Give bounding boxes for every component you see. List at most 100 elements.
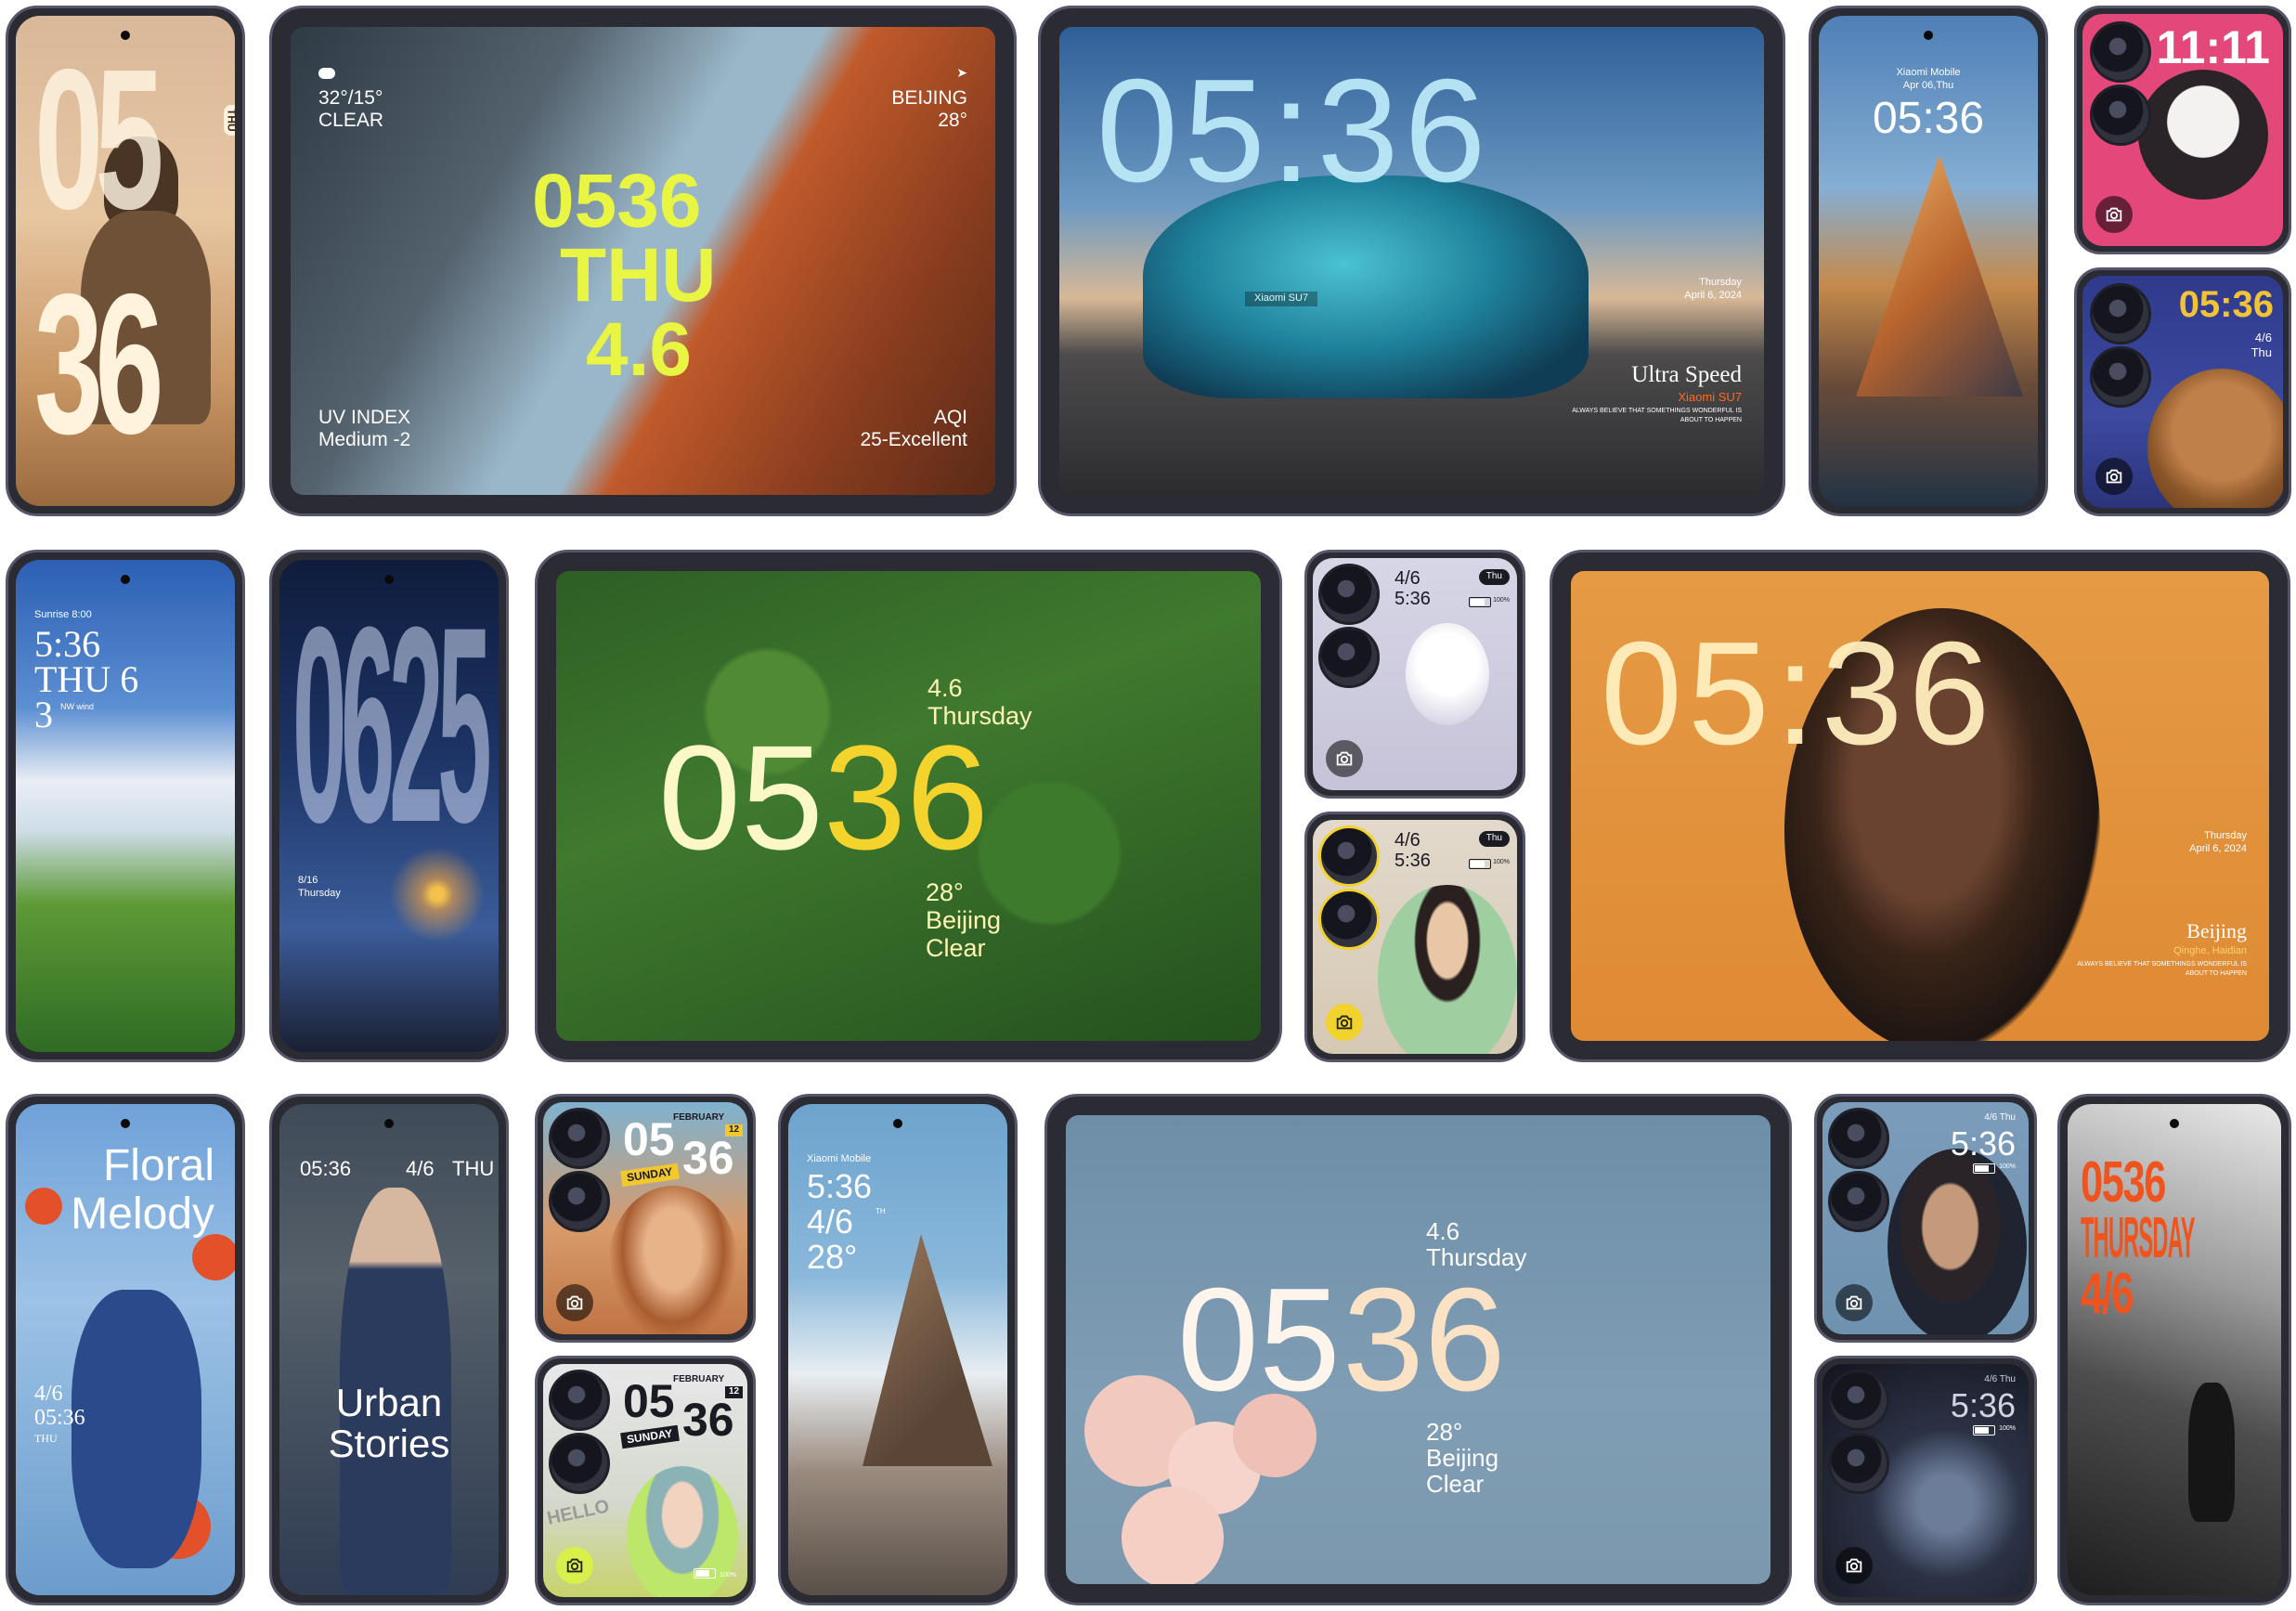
month-label: FEBRUARY (673, 1374, 725, 1384)
weather-icon (318, 68, 335, 79)
title-line-2: Stories (328, 1422, 450, 1465)
wind-direction: NW wind (60, 702, 95, 711)
date: 8/16 (298, 875, 318, 886)
phone-lockscreen-rocky-peak: Xiaomi Mobile 5:36 4/6 TH 28° (778, 1094, 1018, 1605)
wallpaper-urban-portrait: 05:36 4/6 THU Urban Stories (279, 1104, 499, 1595)
clock-minutes: 36 (34, 252, 164, 475)
clock-hours: 05 (1177, 1258, 1341, 1422)
temperature-range: 32°/15° (318, 87, 383, 109)
camera-shutter-button[interactable] (2095, 458, 2133, 495)
rear-camera-lens-icon (1828, 1108, 1889, 1169)
phone-lockscreen-floral: Floral Melody 4/6 05:36 THU (6, 1094, 245, 1605)
wallpaper-golden-field: 05 36 THU (16, 16, 235, 506)
clock-time: 5:36 (1394, 851, 1431, 871)
camera-shutter-button[interactable] (1326, 1004, 1363, 1041)
date: 4.6 (1426, 1217, 1460, 1245)
clock-time: 05:36 (300, 1157, 352, 1180)
phone-lockscreen-green-hills: Sunrise 8:00 5:36 THU 6 3 NW wind (6, 550, 245, 1062)
caption-subtitle: Xiaomi SU7 (1678, 390, 1742, 404)
wallpaper-poppies: Floral Melody 4/6 05:36 THU (16, 1104, 235, 1595)
brand-label: Xiaomi Mobile (1896, 67, 1961, 78)
district: Qinghe, Haidian (2173, 945, 2247, 956)
front-camera-icon (121, 31, 130, 40)
uv-index-label: UV INDEX (318, 407, 411, 428)
date: April 6, 2024 (2189, 843, 2247, 854)
clock-time: 05:36 (1096, 49, 1492, 213)
weekday-badge: Thu (1478, 569, 1510, 585)
title-line-1: Floral (102, 1141, 214, 1190)
clock-hours: 05 (34, 27, 164, 251)
clock-time: 05:36 (1601, 612, 1996, 775)
rear-camera-lens-icon (549, 1370, 610, 1431)
clock-time: 0625 (292, 568, 492, 880)
battery-level: 100% (1999, 1425, 2016, 1432)
wallpaper-xiaomi-su7: 05:36 Xiaomi SU7 Thursday April 6, 2024 … (1059, 27, 1764, 495)
date: 4/6 (1394, 568, 1420, 589)
front-camera-icon (1924, 31, 1933, 40)
rear-camera-lens-icon (2090, 346, 2151, 408)
clock-minutes: 36 (682, 1394, 734, 1446)
wallpaper-rocky-peak: Xiaomi Mobile 5:36 4/6 TH 28° (788, 1104, 1007, 1595)
location-arrow-icon: ➤ (956, 65, 967, 80)
date: 4/6 (1394, 830, 1420, 851)
date: 4/6 (34, 1382, 63, 1406)
clock-weekday: THU (560, 233, 717, 318)
battery-level: 100% (720, 1571, 736, 1579)
weekday-sticker: SUNDAY (620, 1163, 680, 1187)
weekday: Thursday (1699, 277, 1742, 288)
clock-time: 05:36 (34, 1406, 85, 1430)
clock-hours: 05 (623, 1375, 675, 1427)
camera-shutter-button[interactable] (556, 1284, 593, 1321)
temperature: 28° (1426, 1418, 1463, 1446)
wallpaper-buildings: 32°/15° CLEAR ➤ BEIJING 28° 0536 THU 4.6… (291, 27, 995, 495)
camera-shutter-button[interactable] (556, 1547, 593, 1584)
battery-icon (1469, 859, 1491, 869)
flip-phone-cover-abstract: 4/6 Thu 5:36 100% (1814, 1356, 2037, 1605)
rear-camera-lens-icon (2090, 283, 2151, 344)
battery-level: 100% (1493, 597, 1510, 604)
wallpaper-mountain: Xiaomi Mobile Apr 06,Thu 05:36 (1819, 16, 2038, 506)
camera-shutter-button[interactable] (1326, 740, 1363, 777)
battery-level: 100% (1493, 859, 1510, 865)
caption-title: Ultra Speed (1631, 362, 1742, 387)
clock-minutes: 36 (1343, 1258, 1506, 1422)
title-line-2: Melody (71, 1189, 214, 1239)
date-label: Apr 06,Thu (1902, 80, 1954, 91)
wallpaper-forest-road: 4.6 Thursday 05 36 28° Beijing Clear (556, 571, 1261, 1041)
aqi-value: 25-Excellent (860, 429, 967, 450)
front-camera-icon (384, 1119, 394, 1128)
day-number-badge: 12 (725, 1124, 744, 1137)
uv-index-value: Medium -2 (318, 429, 411, 450)
weekday: THURSDAY (2081, 1206, 2195, 1270)
date: 4/6 (2081, 1262, 2134, 1326)
temperature: 28° (807, 1238, 858, 1276)
tablet-lockscreen-blossom: 4.6 Thursday 05 36 28° Beijing Clear (1044, 1094, 1792, 1605)
wallpaper-fireworks: 0625 8/16 Thursday (279, 560, 499, 1052)
wind-level: 3 (34, 694, 53, 735)
camera-shutter-button[interactable] (1836, 1547, 1873, 1584)
weekday: Thu (2251, 345, 2272, 359)
weather: Clear (1426, 1470, 1485, 1498)
clock-time: 05:36 (2178, 284, 2274, 325)
wallpaper-man-profile: 05:36 Thursday April 6, 2024 Beijing Qin… (1571, 571, 2269, 1041)
tablet-lockscreen-car: 05:36 Xiaomi SU7 Thursday April 6, 2024 … (1038, 6, 1785, 516)
clock-date: 4.6 (586, 307, 692, 392)
battery-icon (1469, 597, 1491, 607)
front-camera-icon (121, 1119, 130, 1128)
phone-lockscreen-fireworks: 0625 8/16 Thursday (269, 550, 509, 1062)
sunrise-time: Sunrise 8:00 (34, 609, 92, 620)
flip-phone-cover-portrait: 4/6 5:36 Thu 100% (1304, 812, 1525, 1062)
clock-time: 05:36 (1872, 94, 1985, 143)
month-label: FEBRUARY (673, 1112, 725, 1123)
flip-phone-cover-hello: 05 36 FEBRUARY 12 SUNDAY HELLO 100% (535, 1356, 756, 1605)
weekday-sticker: SUNDAY (620, 1424, 680, 1449)
clock-time: 0536 (532, 159, 702, 243)
clock-hours: 05 (658, 714, 824, 880)
camera-shutter-button[interactable] (1836, 1284, 1873, 1321)
battery-level: 100% (1999, 1163, 2016, 1170)
flip-phone-cover-tulip: 4/6 5:36 Thu 100% (1304, 550, 1525, 799)
clock-time: 5:36 (1950, 1386, 2016, 1424)
camera-shutter-button[interactable] (2095, 196, 2133, 233)
tagline-line-1: ALWAYS BELIEVE THAT SOMETHINGS WONDERFUL… (1572, 408, 1742, 414)
front-camera-icon (2170, 1119, 2179, 1128)
